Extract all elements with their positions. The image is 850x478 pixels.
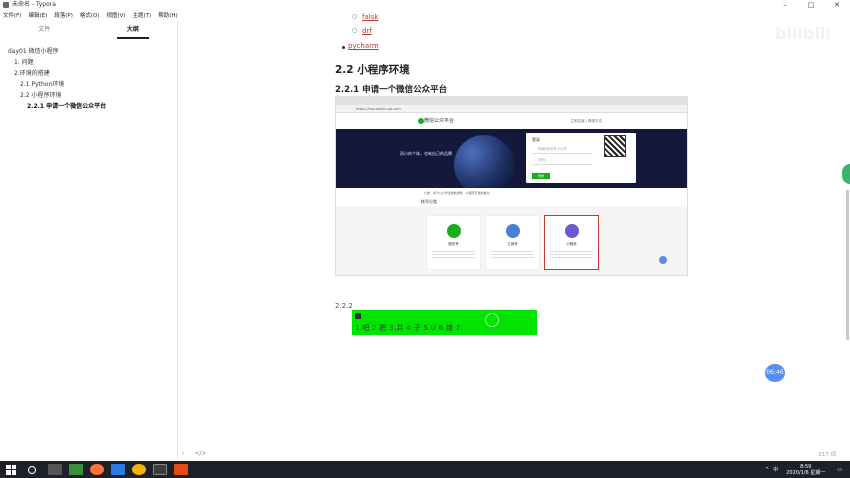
system-tray: ^ 中 8:59 2020/1/6 星期一 ▭ <box>761 461 842 478</box>
ime-candidate-bar[interactable]: 1.吧 2.把 3.并 4.子 5.U 6.锁 7. <box>352 310 537 335</box>
menu-theme[interactable]: 主题(T) <box>133 11 152 19</box>
login-button: 登录 <box>532 173 550 179</box>
login-pass-field: 密码 <box>532 158 592 165</box>
document-icon <box>506 224 520 238</box>
wx-brand: 微信公众平台 <box>424 118 455 124</box>
planet-image <box>454 135 514 188</box>
side-handle[interactable] <box>842 164 850 184</box>
title-bar: 未命名 - Typora – □ ✕ <box>0 0 850 10</box>
sub-list-item[interactable]: drf <box>362 27 372 35</box>
wx-banner: 再小的个体，也有自己的品牌 登录 邮箱/微信号/QQ号 密码 登录 <box>336 129 687 188</box>
qr-code-icon <box>604 135 626 157</box>
card-subscription: 订阅号 <box>485 215 540 270</box>
maximize-button[interactable]: □ <box>798 0 824 10</box>
browser-tab-strip <box>336 97 687 105</box>
clock-date: 2020/1/6 星期一 <box>786 469 826 476</box>
tab-files-label: 文件 <box>38 26 51 33</box>
chrome-icon[interactable] <box>132 464 146 475</box>
source-code-mode-icon[interactable]: </> <box>194 450 206 457</box>
editor-footer: ‹ </> <box>182 450 214 457</box>
outline-item[interactable]: 2.1 Python环境 <box>0 79 177 90</box>
menu-help[interactable]: 帮助(H) <box>158 11 177 19</box>
task-view-icon[interactable] <box>48 464 62 475</box>
card-miniprogram: 小程序 <box>544 215 599 270</box>
card-desc <box>491 249 534 259</box>
menu-paragraph[interactable]: 段落(P) <box>54 11 73 19</box>
menu-view[interactable]: 视图(V) <box>106 11 125 19</box>
outline-item[interactable]: 2.2 小程序环境 <box>0 90 177 101</box>
typora-app-icon <box>3 2 9 8</box>
close-button[interactable]: ✕ <box>824 0 850 10</box>
app-icon[interactable] <box>174 464 188 475</box>
list-item[interactable]: pycharm <box>348 42 379 50</box>
ime-candidates[interactable]: 1.吧 2.把 3.并 4.子 5.U 6.锁 7. <box>355 323 463 333</box>
wx-header-links: 立即注册 | 简体中文 <box>570 119 602 123</box>
app-icon[interactable] <box>69 464 83 475</box>
sub-bullet-icon: ○ <box>352 13 358 20</box>
timer-badge[interactable]: 06:46 <box>765 364 785 382</box>
card-desc <box>432 249 475 259</box>
heading-h3: 2.2.1 申请一个微信公众平台 <box>335 85 448 95</box>
notification-icon[interactable]: ▭ <box>837 467 842 473</box>
tab-files[interactable]: 文件 <box>0 20 89 40</box>
wx-account-title: 帐号分类 <box>336 198 687 206</box>
login-title: 登录 <box>532 137 540 142</box>
tray-up-icon[interactable]: ^ <box>765 467 769 473</box>
outline-list: day01 微信小程序 1. 问题 2.环境的搭建 2.1 Python环境 2… <box>0 40 177 112</box>
typora-taskbar-icon[interactable] <box>111 464 125 475</box>
sub-list-item[interactable]: falsk <box>362 13 378 21</box>
bilibili-watermark: bilibili <box>775 24 831 43</box>
menu-edit[interactable]: 编辑(E) <box>28 11 47 19</box>
user-icon <box>447 224 461 238</box>
outline-item-active[interactable]: 2.2.1 申请一个微信公众平台 <box>0 101 177 112</box>
window-title: 未命名 - Typora <box>12 1 56 8</box>
menu-file[interactable]: 文件(F) <box>3 11 21 19</box>
taskbar: ^ 中 8:59 2020/1/6 星期一 ▭ <box>0 461 850 478</box>
browser-address-bar: https://mp.weixin.qq.com <box>336 105 687 113</box>
minimize-button[interactable]: – <box>772 0 798 10</box>
bullet-icon <box>342 46 345 49</box>
ime-indicator[interactable]: 中 <box>773 466 778 473</box>
scrollbar[interactable] <box>846 190 849 340</box>
sidebar-tabs: 文件 大纲 <box>0 20 177 40</box>
card-name: 服务号 <box>448 242 459 246</box>
outline-item[interactable]: day01 微信小程序 <box>0 46 177 57</box>
outline-item[interactable]: 2.环境的搭建 <box>0 68 177 79</box>
login-user-field: 邮箱/微信号/QQ号 <box>532 147 592 154</box>
windows-start-icon[interactable] <box>6 464 16 475</box>
clock[interactable]: 8:59 2020/1/6 星期一 <box>786 464 825 476</box>
tab-outline-label: 大纲 <box>116 23 149 39</box>
wechat-logo-icon <box>418 118 424 124</box>
card-service: 服务号 <box>426 215 481 270</box>
wx-header: 微信公众平台 立即注册 | 简体中文 <box>336 113 687 129</box>
menu-format[interactable]: 格式(O) <box>80 11 100 19</box>
outline-item[interactable]: 1. 问题 <box>0 57 177 68</box>
search-icon[interactable] <box>28 465 36 474</box>
toggle-sidebar-icon[interactable]: ‹ <box>182 450 184 457</box>
card-name: 订阅号 <box>507 242 518 246</box>
tab-outline[interactable]: 大纲 <box>89 20 178 40</box>
wx-notice: 公告 · 关于公众号注册的通知 · 小程序开发新能力 <box>336 188 687 198</box>
card-name: 小程序 <box>566 242 577 246</box>
section-number: 2.2.2 <box>335 302 353 310</box>
menu-bar: 文件(F) 编辑(E) 段落(P) 格式(O) 视图(V) 主题(T) 帮助(H… <box>0 10 850 20</box>
ime-logo-icon <box>355 313 361 319</box>
ime-circle-icon <box>485 313 499 327</box>
sub-bullet-icon: ○ <box>352 27 358 34</box>
heading-h2: 2.2 小程序环境 <box>335 64 410 76</box>
editor-icon[interactable] <box>153 464 167 475</box>
card-desc <box>550 249 593 259</box>
link-icon <box>565 224 579 238</box>
firefox-icon[interactable] <box>90 464 104 475</box>
banner-slogan: 再小的个体，也有自己的品牌 <box>400 151 452 156</box>
account-cards: 服务号 订阅号 小程序 <box>426 215 603 270</box>
embedded-screenshot[interactable]: https://mp.weixin.qq.com 微信公众平台 立即注册 | 简… <box>335 96 688 276</box>
word-count[interactable]: 217 词 <box>818 450 836 458</box>
floating-dot[interactable] <box>659 256 667 264</box>
sidebar: 文件 大纲 day01 微信小程序 1. 问题 2.环境的搭建 2.1 Pyth… <box>0 20 178 462</box>
